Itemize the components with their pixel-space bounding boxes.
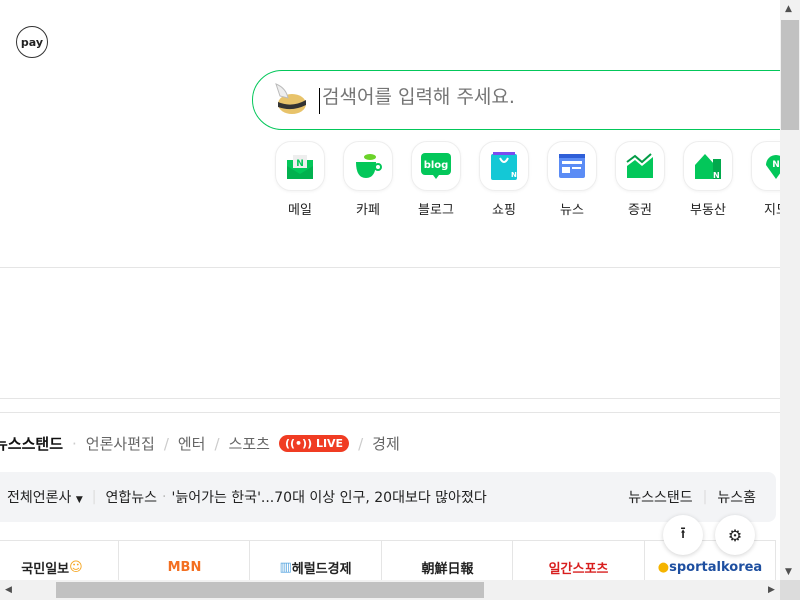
naver-pay-button[interactable]: pay (16, 26, 48, 58)
settings-button[interactable]: ⚙ (715, 515, 755, 555)
divider (0, 267, 780, 268)
news-headline-bar: 전체언론사 ▼ | 연합뉴스 · '늙어가는 한국'...70대 이상 인구, … (0, 472, 776, 522)
shortcut-label: 블로그 (418, 203, 454, 218)
press-herald[interactable]: ▥ 헤럴드경제 (249, 540, 381, 580)
tab-newsstand[interactable]: 뉴스스탠드 (0, 433, 63, 454)
svg-text:N: N (713, 171, 720, 180)
arrow-up-icon: ⭱ (680, 522, 686, 542)
shortcut-label: 메일 (288, 203, 312, 218)
press-filter-label: 전체언론사 (7, 490, 72, 506)
live-badge: ((•)) LIVE (278, 435, 350, 452)
vertical-scrollbar-thumb[interactable] (781, 20, 799, 130)
shortcut-mail[interactable]: N 메일 (275, 141, 325, 218)
gear-icon: ⚙ (727, 525, 743, 545)
shortcut-real-estate[interactable]: N 부동산 (683, 141, 733, 218)
stock-icon (615, 141, 665, 191)
separator: | (91, 489, 97, 505)
search-input[interactable] (322, 86, 762, 108)
scroll-left-arrow-icon[interactable]: ◀ (5, 585, 12, 595)
press-mbn[interactable]: MBN (118, 540, 250, 580)
scroll-down-arrow-icon[interactable]: ▼ (785, 567, 792, 577)
newsstand-link[interactable]: 뉴스스탠드 (628, 487, 692, 507)
dot-separator: · (72, 434, 77, 453)
svg-text:N: N (296, 159, 304, 169)
shortcut-cafe[interactable]: 카페 (343, 141, 393, 218)
news-home-link[interactable]: 뉴스홈 (717, 487, 756, 507)
press-logo: 일간스포츠 (548, 562, 609, 577)
horizontal-scrollbar-thumb[interactable] (56, 582, 484, 598)
shortcut-label: 증권 (628, 203, 652, 218)
news-tabs: 뉴스스탠드 · 언론사편집 / 엔터 / 스포츠 ((•)) LIVE / 경제 (0, 433, 400, 454)
separator: / (214, 434, 220, 453)
press-ilgan-sports[interactable]: 일간스포츠 (512, 540, 644, 580)
scroll-right-arrow-icon[interactable]: ▶ (768, 585, 775, 595)
press-kukmin[interactable]: 국민일보 ☺ (0, 540, 118, 580)
shortcut-label: 부동산 (690, 203, 726, 218)
text-cursor (319, 88, 320, 114)
dot-separator: · (162, 489, 167, 505)
svg-text:N: N (511, 171, 517, 179)
mail-icon: N (275, 141, 325, 191)
svg-text:N: N (772, 160, 780, 170)
press-sportalkorea[interactable]: ● sportalkorea (644, 540, 776, 580)
headline-source[interactable]: 연합뉴스 (106, 487, 158, 507)
separator: | (702, 489, 708, 505)
shortcut-label: 뉴스 (560, 203, 584, 218)
shortcut-news[interactable]: 뉴스 (547, 141, 597, 218)
herald-icon: ▥ (279, 560, 292, 575)
divider (0, 412, 780, 413)
mascot-icon (275, 83, 306, 114)
press-chosun[interactable]: 朝鮮日報 (381, 540, 513, 580)
scrollbar-corner (780, 580, 800, 600)
press-logo: MBN (167, 560, 202, 575)
news-icon (547, 141, 597, 191)
press-logo: 헤럴드경제 (291, 562, 352, 577)
shortcut-stock[interactable]: 증권 (615, 141, 665, 218)
shopping-icon: N (479, 141, 529, 191)
press-logo: 朝鮮日報 (421, 562, 474, 577)
press-filter-dropdown[interactable]: 전체언론사 ▼ (7, 487, 83, 507)
scroll-up-arrow-icon[interactable]: ▲ (785, 4, 792, 14)
press-logo: sportalkorea (669, 560, 763, 575)
separator: / (358, 434, 364, 453)
tab-economy[interactable]: 경제 (372, 433, 400, 454)
svg-text:blog: blog (424, 160, 449, 171)
press-logo: 국민일보 (21, 562, 70, 577)
dot-icon: ● (657, 560, 670, 575)
scroll-top-button[interactable]: ⭱ (663, 515, 703, 555)
separator: / (163, 434, 169, 453)
shortcut-blog[interactable]: blog 블로그 (411, 141, 461, 218)
headline-link[interactable]: '늙어가는 한국'...70대 이상 인구, 20대보다 많아졌다 (171, 487, 486, 507)
tab-sports[interactable]: 스포츠 (229, 433, 270, 454)
blog-icon: blog (411, 141, 461, 191)
live-label: LIVE (315, 437, 344, 450)
cafe-icon (343, 141, 393, 191)
smile-icon: ☺ (69, 560, 83, 575)
tab-press-edit[interactable]: 언론사편집 (86, 433, 155, 454)
shortcut-shopping[interactable]: N 쇼핑 (479, 141, 529, 218)
caret-down-icon: ▼ (75, 495, 83, 505)
real-estate-icon: N (683, 141, 733, 191)
shortcut-label: 쇼핑 (492, 203, 516, 218)
tab-entertainment[interactable]: 엔터 (178, 433, 206, 454)
divider (0, 398, 780, 399)
shortcut-label: 카페 (356, 203, 380, 218)
